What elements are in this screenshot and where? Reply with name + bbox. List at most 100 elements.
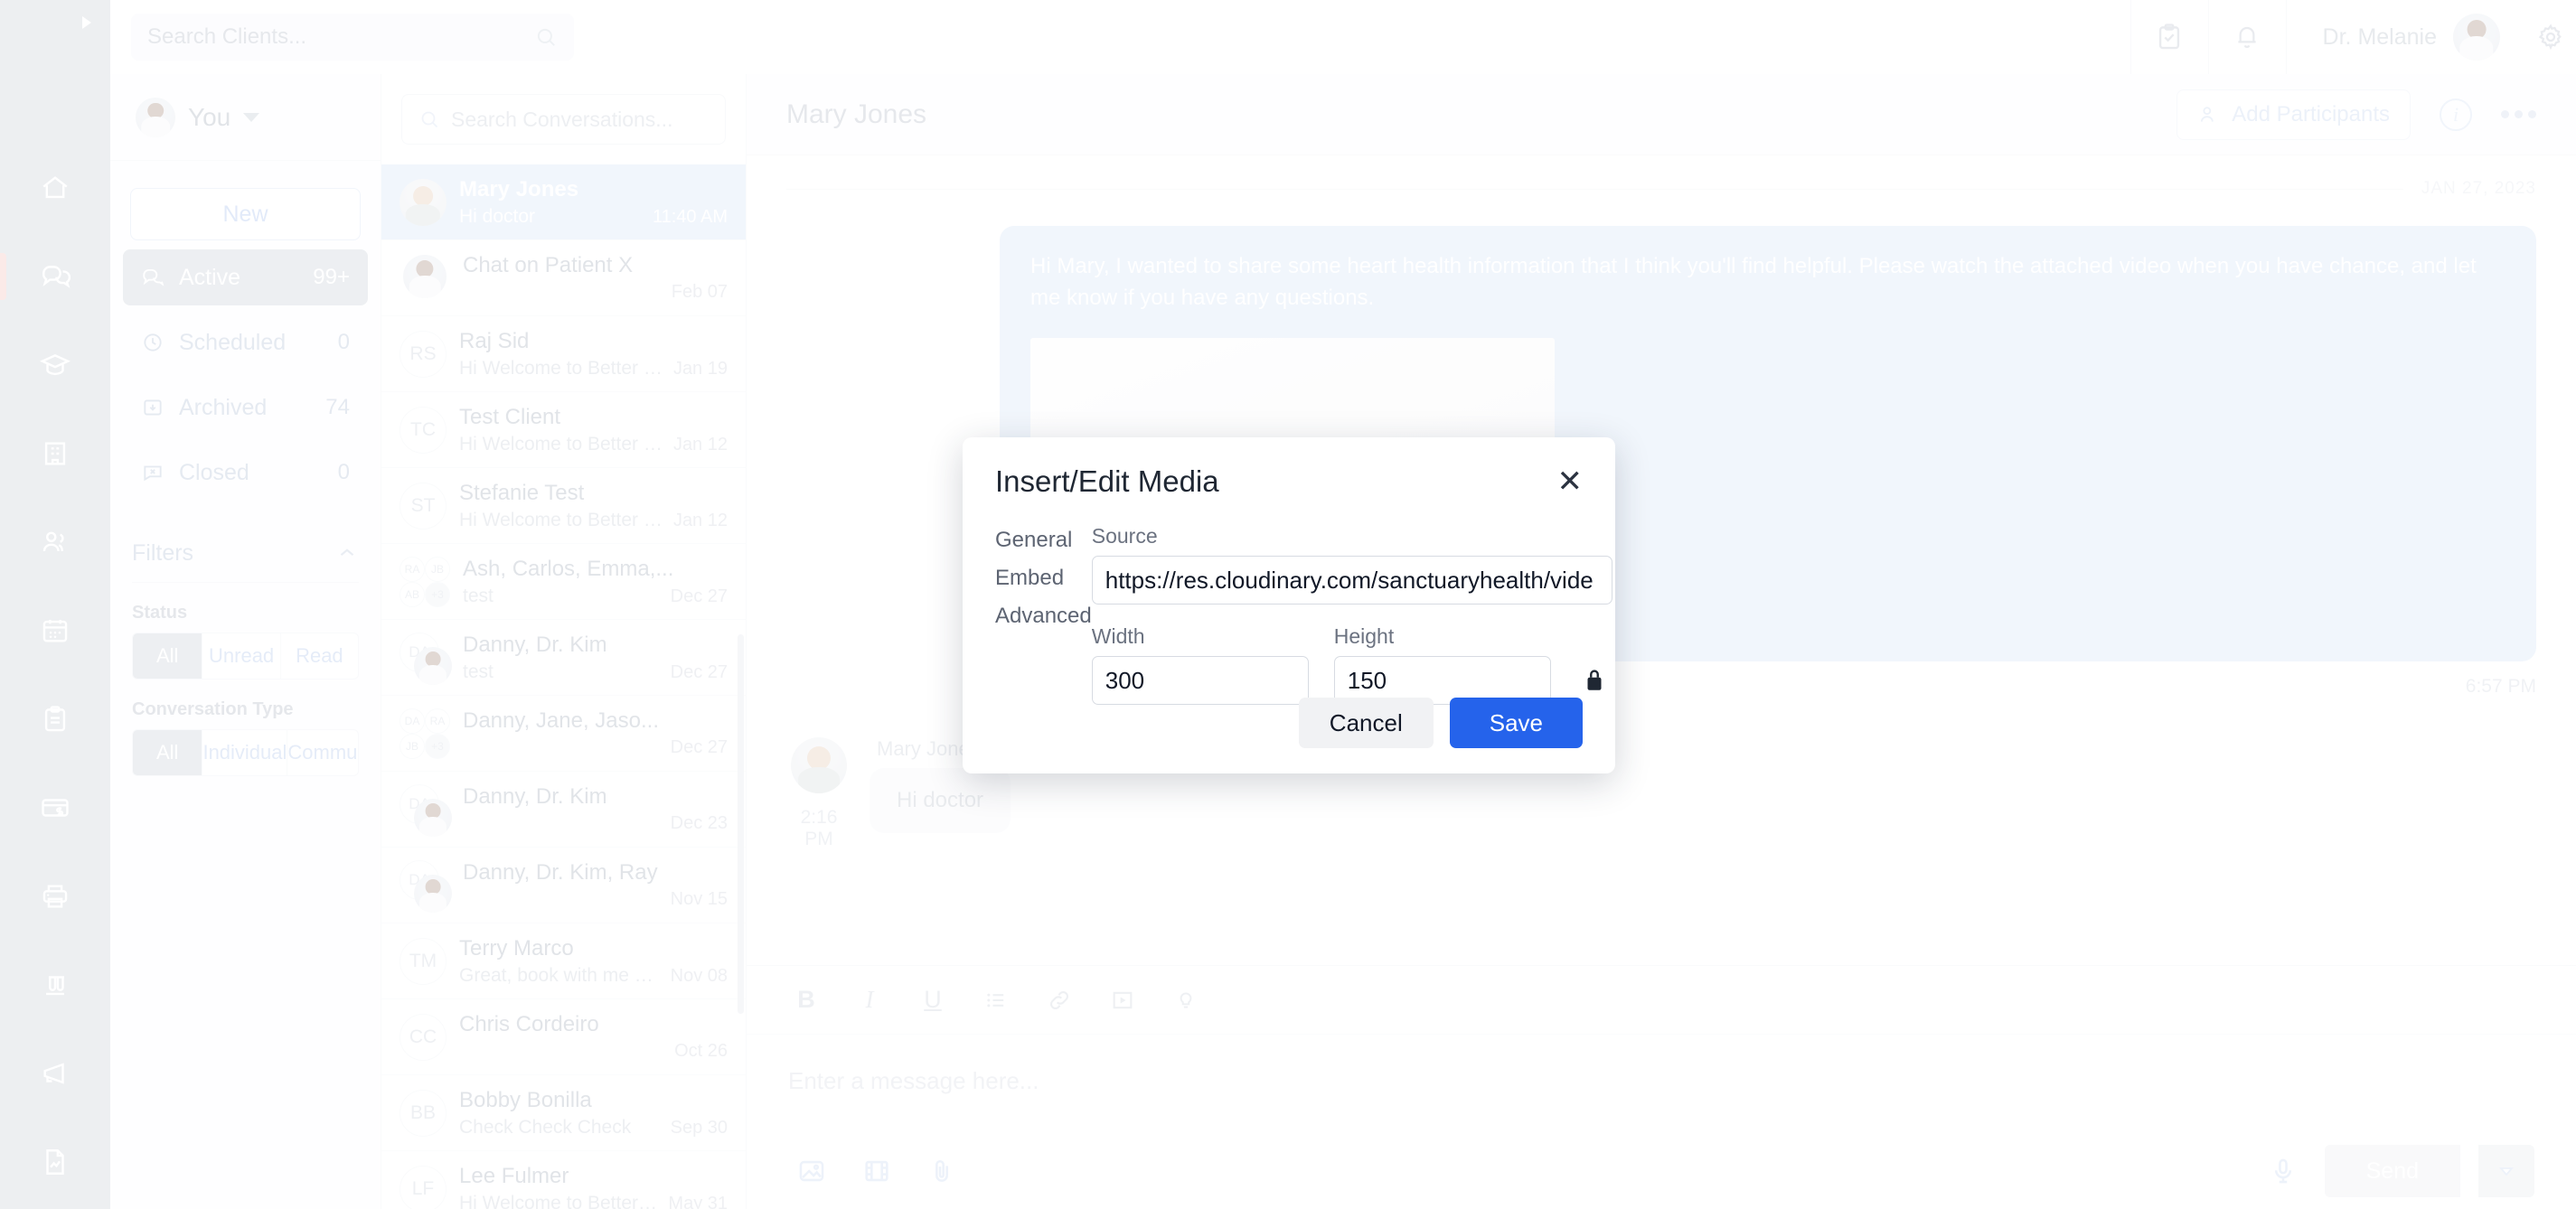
- left-nav-rail: [0, 0, 110, 1209]
- clipboard-check-icon[interactable]: [2129, 0, 2208, 74]
- filters-header[interactable]: Filters: [110, 531, 381, 575]
- convtype-option-community[interactable]: Community: [287, 730, 358, 775]
- status-option-all[interactable]: All: [133, 633, 202, 679]
- sidebar-item-closed[interactable]: Closed 0: [123, 445, 368, 501]
- close-icon[interactable]: ✕: [1557, 466, 1584, 497]
- you-selector[interactable]: You: [110, 74, 381, 161]
- tab-general[interactable]: General: [995, 528, 1072, 552]
- list-item[interactable]: DA Danny, Dr. Kim test Dec 27: [381, 620, 746, 696]
- conversation-name: Lee Fulmer: [459, 1163, 569, 1188]
- message-composer: B I U Enter a message here... Send: [747, 965, 2576, 1209]
- chat-bubbles-icon[interactable]: [0, 251, 80, 302]
- add-participants-button[interactable]: Add Participants: [2176, 89, 2411, 140]
- image-icon[interactable]: [788, 1148, 835, 1195]
- building-icon[interactable]: [30, 428, 80, 479]
- send-options-chevron-down-icon[interactable]: [2478, 1145, 2534, 1197]
- report-file-icon[interactable]: [30, 1137, 80, 1187]
- avatar-group: DA: [400, 632, 452, 685]
- source-input[interactable]: https://res.cloudinary.com/sanctuaryheal…: [1091, 556, 1612, 604]
- conversation-list-scrollbar[interactable]: [738, 634, 744, 1014]
- avatar: ST: [400, 482, 447, 530]
- list-item[interactable]: DA Danny, Dr. Kim Dec 23: [381, 772, 746, 848]
- list-item[interactable]: RA JB AB +3 Ash, Carlos, Emma,... test D…: [381, 544, 746, 620]
- dialog-tab-list: General Embed Advanced: [995, 524, 1092, 705]
- bold-icon[interactable]: B: [788, 982, 824, 1018]
- underline-icon[interactable]: U: [915, 982, 951, 1018]
- tab-advanced[interactable]: Advanced: [995, 604, 1092, 642]
- conversation-type-filter-group: All Individual Community: [132, 729, 359, 776]
- gear-icon[interactable]: [2525, 0, 2576, 74]
- sidebar-item-scheduled[interactable]: Scheduled 0: [123, 314, 368, 370]
- chevron-up-icon: [340, 548, 354, 556]
- conversation-time: Sep 30: [670, 1117, 728, 1138]
- save-button[interactable]: Save: [1449, 698, 1583, 748]
- more-options-icon[interactable]: [2501, 110, 2536, 118]
- graduation-cap-icon[interactable]: [30, 340, 80, 390]
- home-icon[interactable]: [30, 163, 80, 213]
- user-menu[interactable]: Dr. Melanie: [2285, 0, 2525, 74]
- people-icon[interactable]: [30, 517, 80, 567]
- video-icon[interactable]: [1105, 982, 1141, 1018]
- microphone-icon[interactable]: [2260, 1148, 2307, 1195]
- chat-bubbles-icon: [143, 268, 165, 286]
- payment-card-icon[interactable]: [30, 783, 80, 833]
- clipboard-icon[interactable]: [30, 694, 80, 745]
- megaphone-icon[interactable]: [30, 1048, 80, 1099]
- conversation-time: Nov 08: [670, 965, 728, 986]
- bullet-list-icon[interactable]: [978, 982, 1014, 1018]
- conversation-preview: Hi Welcome to Better We...: [459, 433, 664, 455]
- bell-icon[interactable]: [2207, 0, 2286, 74]
- conversation-time: Nov 15: [670, 889, 728, 909]
- conversation-name: Test Client: [459, 404, 561, 429]
- italic-icon[interactable]: I: [851, 982, 888, 1018]
- list-item[interactable]: DA RA JB +3 Danny, Jane, Jaso... Dec 27: [381, 696, 746, 772]
- clock-icon: [144, 333, 162, 351]
- cancel-button[interactable]: Cancel: [1298, 698, 1434, 748]
- list-item[interactable]: BB Bobby Bonilla Check Check Check Sep 3…: [381, 1075, 746, 1151]
- new-conversation-button[interactable]: New: [130, 188, 361, 240]
- sidebar-item-active[interactable]: Active 99+: [123, 249, 368, 305]
- width-input[interactable]: 300: [1091, 656, 1309, 705]
- link-icon[interactable]: [1041, 982, 1077, 1018]
- list-item[interactable]: RS Raj Sid Hi Welcome to Better We... Ja…: [381, 316, 746, 392]
- add-user-icon: [2201, 106, 2214, 122]
- lightbulb-icon[interactable]: [1168, 982, 1204, 1018]
- status-option-unread[interactable]: Unread: [202, 633, 279, 679]
- sidebar-item-archived[interactable]: Archived 74: [123, 380, 368, 436]
- search-icon: [421, 111, 438, 128]
- avatar: BB: [400, 1089, 447, 1137]
- convtype-option-all[interactable]: All: [133, 730, 202, 775]
- info-icon[interactable]: i: [2440, 98, 2472, 131]
- status-filter-group: All Unread Read: [132, 633, 359, 679]
- list-item[interactable]: TM Terry Marco Great, book with me here.…: [381, 923, 746, 999]
- message-text: Hi Mary, I wanted to share some heart he…: [1030, 254, 2477, 310]
- rail-expand-toggle[interactable]: [74, 11, 98, 34]
- message-input[interactable]: Enter a message here...: [747, 1035, 2576, 1128]
- list-item[interactable]: CC Chris Cordeiro Oct 26: [381, 999, 746, 1075]
- list-item[interactable]: DA Danny, Dr. Kim, Ray Nov 15: [381, 848, 746, 923]
- conversation-time: May 31: [668, 1193, 728, 1209]
- avatar: RS: [400, 330, 447, 378]
- convtype-option-individual[interactable]: Individual: [202, 730, 287, 775]
- conversation-preview: Hi Welcome to Better We...: [459, 509, 664, 530]
- search-clients-input[interactable]: Search Clients...: [131, 14, 574, 61]
- list-item[interactable]: Mary Jones Hi doctor 11:40 AM: [381, 164, 746, 240]
- calendar-icon[interactable]: [30, 605, 80, 656]
- printer-icon[interactable]: [30, 871, 80, 922]
- film-icon[interactable]: [853, 1148, 900, 1195]
- list-item[interactable]: Chat on Patient X Feb 07: [381, 240, 746, 316]
- send-button[interactable]: Send: [2324, 1145, 2460, 1197]
- list-item[interactable]: TC Test Client Hi Welcome to Better We..…: [381, 392, 746, 468]
- lab-vials-icon[interactable]: [30, 960, 80, 1010]
- search-conversations-input[interactable]: Search Conversations...: [401, 94, 726, 145]
- conversations-sidebar: You New Active 99+ Scheduled 0 Archived …: [110, 74, 381, 1209]
- list-item[interactable]: ST Stefanie Test Hi Welcome to Better We…: [381, 468, 746, 544]
- height-label: Height: [1333, 624, 1395, 648]
- status-option-read[interactable]: Read: [279, 633, 358, 679]
- chevron-down-icon: [243, 112, 260, 122]
- archive-icon: [144, 399, 162, 416]
- avatar: LF: [400, 1165, 447, 1209]
- paperclip-icon[interactable]: [918, 1148, 965, 1195]
- tab-embed[interactable]: Embed: [995, 566, 1092, 604]
- list-item[interactable]: LF Lee Fulmer Hi Welcome to Better We...…: [381, 1151, 746, 1209]
